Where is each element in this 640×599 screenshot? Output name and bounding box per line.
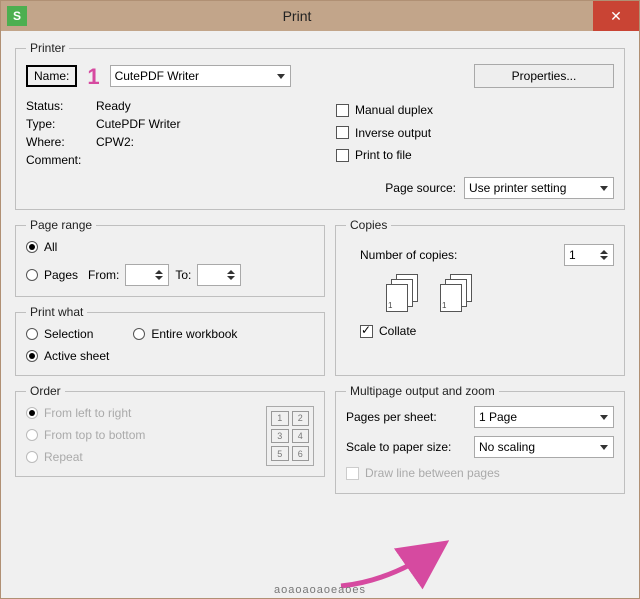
print-dialog: S Print ✕ Printer Name: 1 CutePDF Writer…	[0, 0, 640, 599]
page-stack-icon: 3 2 1	[440, 274, 476, 314]
checkbox-box-icon	[346, 467, 359, 480]
titlebar: S Print ✕	[1, 1, 639, 31]
radio-dot-icon	[26, 407, 38, 419]
page-range-all-radio[interactable]: All	[26, 240, 57, 254]
annotation-marker-1: 1	[87, 64, 99, 90]
page-source-combo[interactable]: Use printer setting	[464, 177, 614, 199]
print-what-group: Print what Selection Entire workbook	[15, 305, 325, 376]
print-what-selection-radio[interactable]: Selection	[26, 327, 93, 341]
order-repeat-radio: Repeat	[26, 450, 83, 464]
manual-duplex-checkbox[interactable]: Manual duplex	[336, 103, 433, 117]
copies-number-spinner[interactable]: 1	[564, 244, 614, 266]
page-range-to-spinner[interactable]	[197, 264, 241, 286]
dropdown-arrow-icon	[597, 407, 611, 427]
window-title: Print	[1, 8, 593, 24]
spinner-arrows-icon	[597, 245, 611, 265]
printer-legend: Printer	[26, 41, 69, 55]
collate-preview: 3 2 1 3 2 1	[386, 274, 614, 314]
radio-dot-icon	[26, 350, 38, 362]
page-source-label: Page source:	[385, 181, 456, 195]
radio-dot-icon	[26, 451, 38, 463]
printer-status-label: Status:	[26, 99, 96, 113]
dropdown-arrow-icon	[597, 178, 611, 198]
scale-to-paper-label: Scale to paper size:	[346, 440, 466, 454]
printer-name-value: CutePDF Writer	[115, 69, 199, 83]
order-preview-grid: 1 2 3 4 5 6	[266, 406, 314, 466]
print-to-file-checkbox[interactable]: Print to file	[336, 148, 412, 162]
scale-to-paper-combo[interactable]: No scaling	[474, 436, 614, 458]
checkbox-box-icon	[336, 126, 349, 139]
radio-dot-icon	[26, 429, 38, 441]
page-stack-icon: 3 2 1	[386, 274, 422, 314]
collate-checkbox[interactable]: Collate	[360, 324, 416, 338]
radio-dot-icon	[26, 241, 38, 253]
print-what-legend: Print what	[26, 305, 87, 319]
copies-number-label: Number of copies:	[346, 248, 554, 262]
printer-comment-label: Comment:	[26, 153, 96, 167]
printer-name-combo[interactable]: CutePDF Writer	[110, 65, 291, 87]
printer-status-value: Ready	[96, 99, 131, 113]
page-range-from-spinner[interactable]	[125, 264, 169, 286]
printer-group: Printer Name: 1 CutePDF Writer Propertie…	[15, 41, 625, 210]
close-button[interactable]: ✕	[593, 1, 639, 31]
printer-where-value: CPW2:	[96, 135, 134, 149]
page-range-from-label: From:	[88, 268, 119, 282]
page-range-legend: Page range	[26, 218, 96, 232]
printer-name-label: Name:	[26, 65, 77, 87]
page-range-group: Page range All Pages From:	[15, 218, 325, 297]
order-legend: Order	[26, 384, 65, 398]
spinner-arrows-icon	[152, 265, 166, 285]
page-range-to-label: To:	[175, 268, 191, 282]
order-left-to-right-radio: From left to right	[26, 406, 131, 420]
dropdown-arrow-icon	[597, 437, 611, 457]
close-icon: ✕	[610, 8, 622, 25]
page-range-pages-radio[interactable]: Pages	[26, 268, 78, 282]
printer-where-label: Where:	[26, 135, 96, 149]
printer-type-label: Type:	[26, 117, 96, 131]
radio-dot-icon	[26, 269, 38, 281]
order-group: Order From left to right From top to bot…	[15, 384, 325, 477]
pages-per-sheet-label: Pages per sheet:	[346, 410, 466, 424]
multipage-legend: Multipage output and zoom	[346, 384, 499, 398]
print-what-entire-workbook-radio[interactable]: Entire workbook	[133, 327, 237, 341]
draw-line-checkbox: Draw line between pages	[346, 466, 500, 480]
inverse-output-checkbox[interactable]: Inverse output	[336, 126, 431, 140]
radio-dot-icon	[133, 328, 145, 340]
pages-per-sheet-combo[interactable]: 1 Page	[474, 406, 614, 428]
multipage-group: Multipage output and zoom Pages per shee…	[335, 384, 625, 494]
garbled-text: aoaoaoaoeaoes	[1, 584, 639, 596]
spinner-arrows-icon	[224, 265, 238, 285]
checkbox-box-icon	[336, 104, 349, 117]
order-top-to-bottom-radio: From top to bottom	[26, 428, 145, 442]
copies-group: Copies Number of copies: 1 3 2 1	[335, 218, 625, 376]
printer-type-value: CutePDF Writer	[96, 117, 180, 131]
dropdown-arrow-icon	[274, 66, 288, 86]
checkbox-box-icon	[336, 149, 349, 162]
properties-button[interactable]: Properties...	[474, 64, 614, 88]
annotation-arrow	[331, 531, 491, 591]
copies-legend: Copies	[346, 218, 391, 232]
radio-dot-icon	[26, 328, 38, 340]
print-what-active-sheet-radio[interactable]: Active sheet	[26, 349, 109, 363]
checkbox-box-icon	[360, 325, 373, 338]
